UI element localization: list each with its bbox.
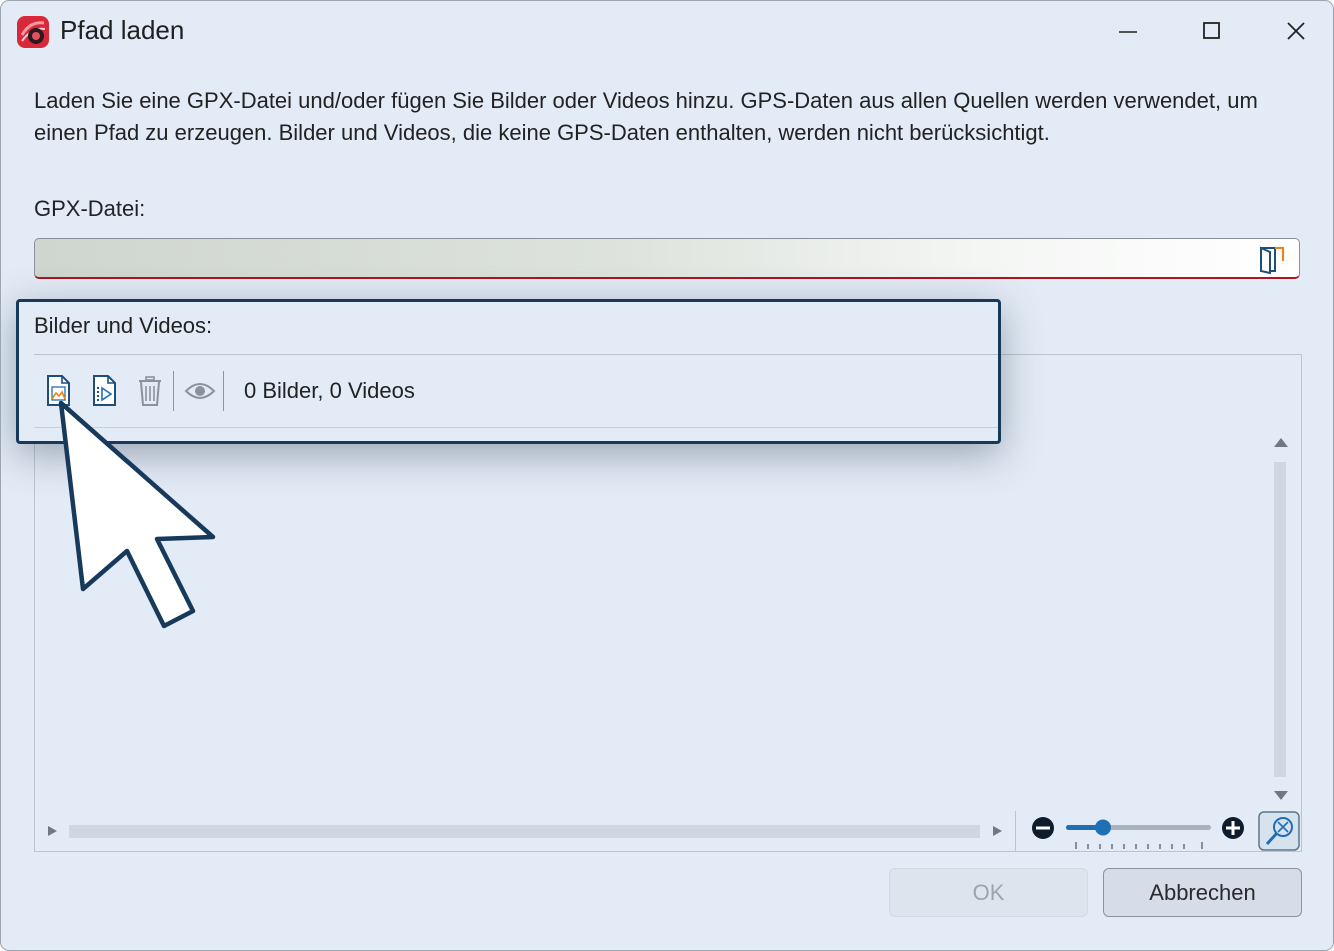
folder-open-icon[interactable]: [1257, 244, 1287, 275]
toolbar-border-top: [34, 354, 998, 355]
maximize-icon: [1203, 22, 1220, 39]
zoom-out-icon[interactable]: [1032, 817, 1054, 839]
zoom-in-icon[interactable]: [1222, 817, 1244, 839]
media-section-label: Bilder und Videos:: [34, 313, 213, 338]
cancel-button[interactable]: Abbrechen: [1103, 868, 1302, 917]
gpx-file-input[interactable]: [34, 238, 1300, 279]
title-bar[interactable]: Pfad laden: [1, 1, 1333, 63]
pointer-cursor-icon: [41, 391, 241, 641]
zoom-controls: [1015, 811, 1302, 851]
minimize-button[interactable]: [1098, 9, 1158, 53]
minimize-icon: [1119, 31, 1137, 33]
vertical-scrollbar[interactable]: [1271, 429, 1291, 805]
media-count-text: 0 Bilder, 0 Videos: [244, 378, 415, 403]
load-path-dialog: Pfad laden Laden Sie eine GPX-Datei und/…: [0, 0, 1334, 951]
close-icon: [1287, 22, 1305, 40]
zoom-slider[interactable]: [1066, 819, 1211, 850]
zoom-fit-icon[interactable]: [1258, 811, 1300, 851]
window-title: Pfad laden: [60, 15, 185, 45]
ok-button[interactable]: OK: [889, 868, 1088, 917]
horizontal-scrollbar[interactable]: [35, 813, 1015, 851]
app-logo-icon: [16, 15, 50, 49]
dialog-description: Laden Sie eine GPX-Datei und/oder fügen …: [34, 88, 1258, 145]
gpx-file-label: GPX-Datei:: [34, 196, 146, 221]
close-button[interactable]: [1266, 9, 1326, 53]
maximize-button[interactable]: [1182, 9, 1242, 53]
